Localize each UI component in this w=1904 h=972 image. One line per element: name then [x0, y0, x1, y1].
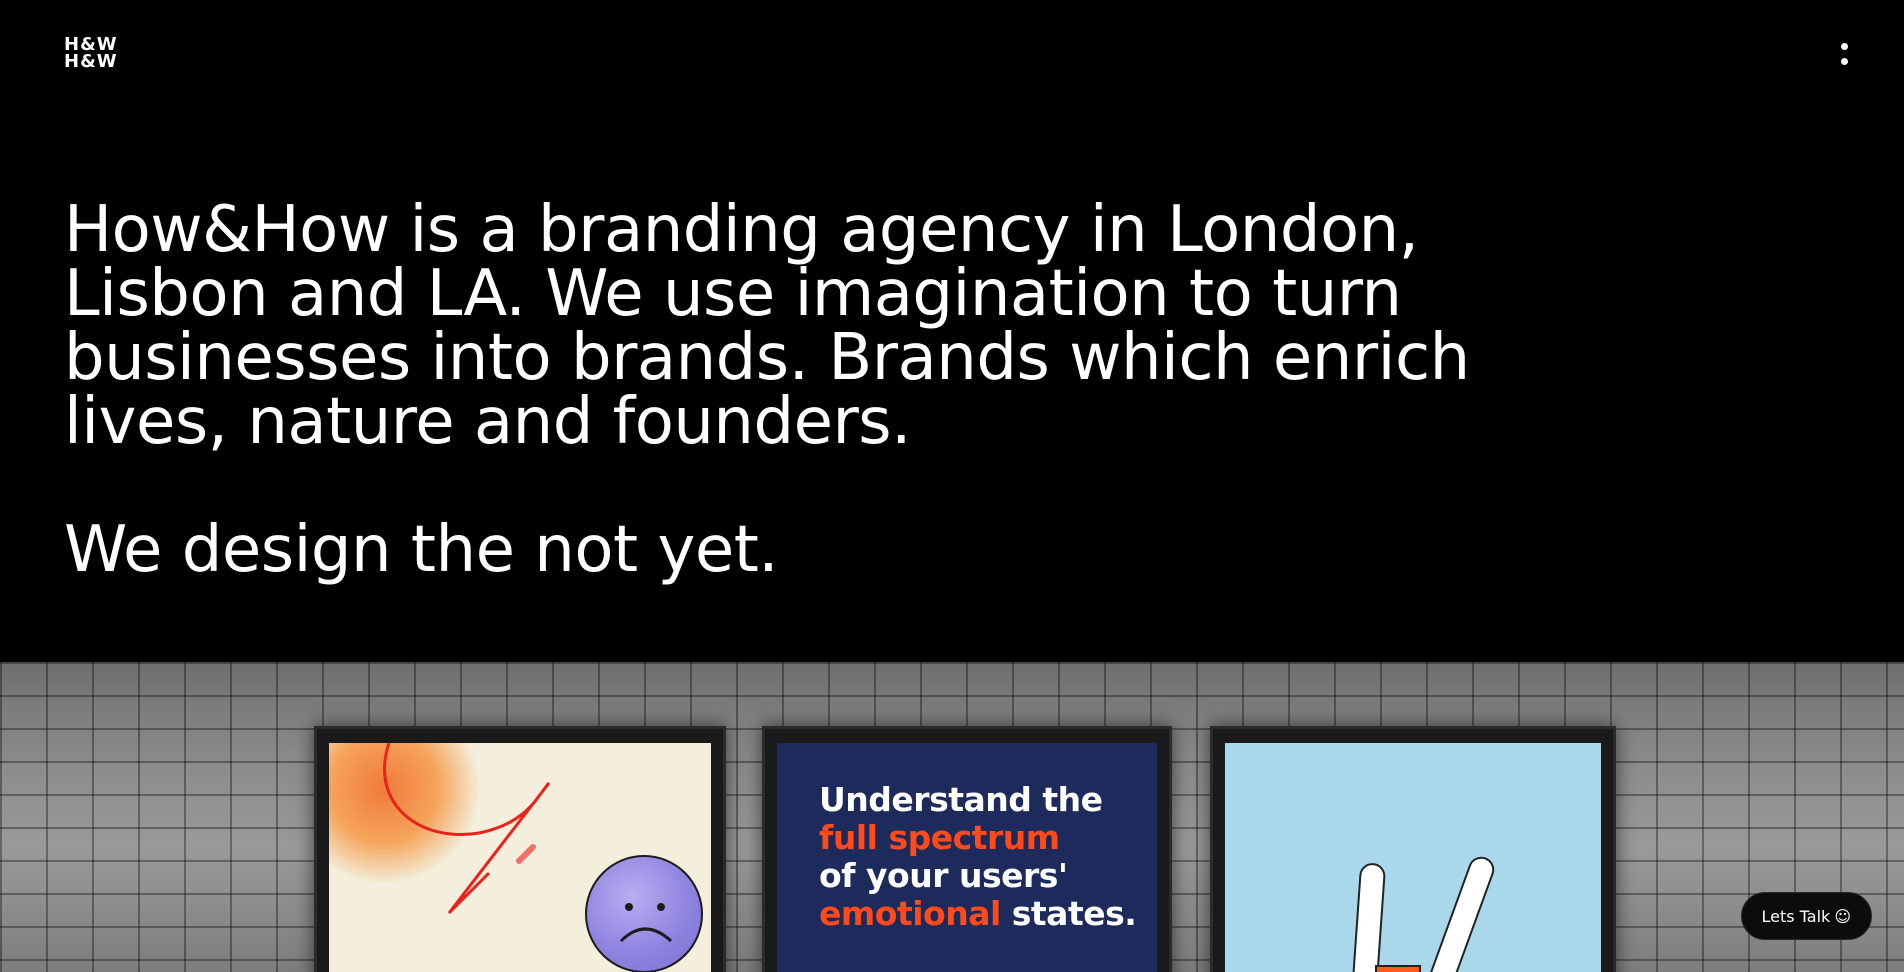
- poster-arms-illustration: [1225, 743, 1601, 972]
- poster-text-states: states.: [1000, 894, 1137, 933]
- vertical-dots-icon-dot: [1840, 58, 1848, 65]
- poster-emotional-states: Understand the full spectrum of your use…: [777, 743, 1157, 972]
- raised-arm-right-shape: [1422, 853, 1498, 972]
- sad-face-icon: [585, 855, 703, 972]
- hero-intro: How&How is a branding agency in London, …: [64, 193, 1470, 459]
- poster-text-emotional: emotional: [819, 894, 1001, 933]
- showcase-photo: Understand the full spectrum of your use…: [0, 662, 1904, 972]
- hero-statement: How&How is a branding agency in London, …: [64, 198, 1624, 582]
- poster-frame-emotional-states: Understand the full spectrum of your use…: [762, 726, 1172, 972]
- poster-text-line-4: emotional states.: [819, 895, 1157, 933]
- poster-frame-emotion-illustration: [314, 726, 726, 972]
- page: H&W H&W How&How is a branding agency in …: [0, 0, 1904, 972]
- smiley-icon: ☺: [1834, 906, 1851, 926]
- hero-tagline: We design the not yet.: [64, 513, 779, 587]
- logo-line-2: H&W: [64, 51, 118, 72]
- orange-belt-shape: [1375, 965, 1421, 972]
- raised-arm-left-shape: [1349, 862, 1387, 972]
- poster-emotion-illustration: [329, 743, 711, 972]
- poster-text-line-3: of your users': [819, 856, 1068, 895]
- poster-text-line-1: Understand the: [819, 780, 1103, 819]
- menu-button[interactable]: [1834, 38, 1854, 70]
- vertical-dots-icon: [1840, 43, 1848, 50]
- poster-frame-arms-illustration: [1210, 726, 1616, 972]
- how-and-how-logo[interactable]: H&W H&W: [64, 36, 124, 72]
- lets-talk-label: Lets Talk: [1761, 906, 1831, 926]
- lets-talk-button[interactable]: Lets Talk ☺: [1740, 892, 1872, 940]
- poster-text-line-2: full spectrum: [819, 818, 1060, 857]
